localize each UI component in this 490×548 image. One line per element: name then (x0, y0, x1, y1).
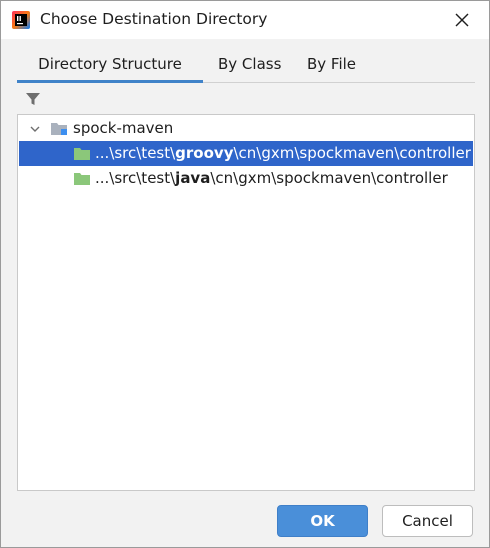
ok-button[interactable]: OK (277, 505, 368, 537)
path-highlight: java (175, 169, 211, 187)
intellij-idea-icon (12, 11, 30, 29)
choose-destination-directory-dialog: Choose Destination Directory Directory S… (0, 0, 490, 548)
tree-node-groovy-controller[interactable]: ...\src\test\groovy\cn\gxm\spockmaven\co… (19, 141, 473, 166)
tab-bar: Directory Structure By Class By File (17, 49, 475, 83)
chevron-down-icon[interactable] (29, 123, 41, 135)
directory-tree[interactable]: spock-maven ...\src\test\groovy\cn\gxm\s… (17, 114, 475, 491)
path-highlight: groovy (175, 144, 234, 162)
tree-node-root-label: spock-maven (73, 119, 174, 137)
test-folder-icon (74, 148, 90, 160)
tab-by-class[interactable]: By Class (218, 49, 281, 80)
test-folder-icon (74, 173, 90, 185)
tree-node-root[interactable]: spock-maven (19, 116, 473, 141)
cancel-button[interactable]: Cancel (382, 505, 473, 537)
dialog-title: Choose Destination Directory (40, 10, 268, 28)
tree-node-java-controller[interactable]: ...\src\test\java\cn\gxm\spockmaven\cont… (19, 166, 473, 191)
title-bar: Choose Destination Directory (1, 1, 489, 39)
path-suffix: \cn\gxm\spockmaven\controller (233, 144, 471, 162)
close-icon[interactable] (447, 5, 477, 35)
path-prefix: ...\src\test\ (95, 144, 176, 162)
tab-directory-structure[interactable]: Directory Structure (17, 49, 203, 83)
filter-icon[interactable] (25, 91, 41, 107)
tab-by-file[interactable]: By File (307, 49, 356, 80)
path-prefix: ...\src\test\ (95, 169, 176, 187)
module-folder-icon (51, 123, 67, 135)
path-suffix: \cn\gxm\spockmaven\controller (210, 169, 448, 187)
